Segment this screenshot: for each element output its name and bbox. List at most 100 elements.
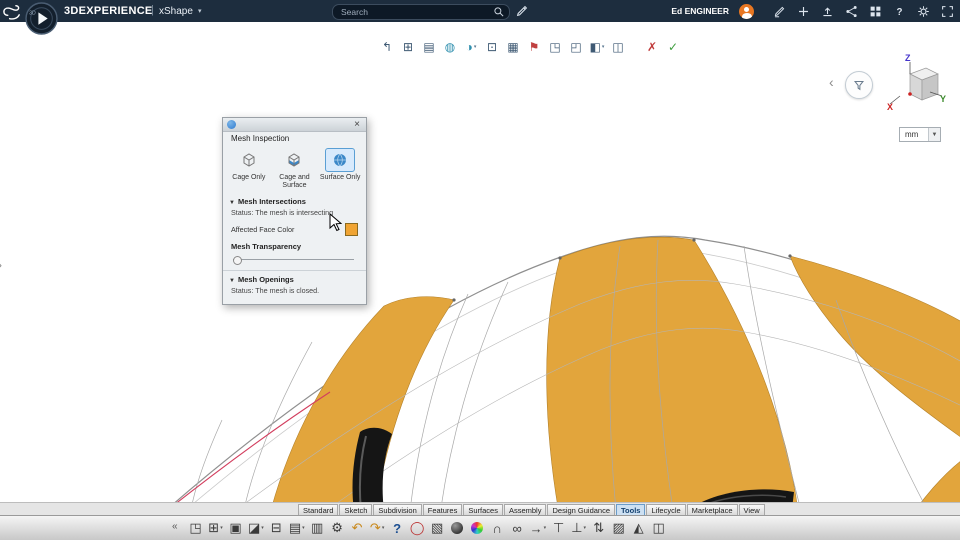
cage-surface-icon [288,153,300,167]
measure-tool-icon[interactable]: ⊤ [551,519,566,537]
section-title: Mesh Openings [237,274,294,284]
view-compass-cube[interactable]: Z Y X [886,52,948,114]
units-value: mm [905,130,919,139]
3d-viewport[interactable] [0,0,960,540]
measure-panel-icon[interactable]: ◫ [609,37,627,56]
plane-section-icon[interactable]: ◳ [546,37,564,56]
cage-only-button[interactable] [234,148,264,172]
mesh-inspection-dialog: × Mesh Inspection Cage Only Cage and Sur… [222,117,367,305]
flag-note-icon[interactable]: ⚑ [525,37,543,56]
material-sphere-icon[interactable]: ● [450,519,465,537]
share-network-icon[interactable] [844,4,858,18]
mesh-check-error-icon[interactable]: ✗ [643,37,661,56]
cage-cube-icon [243,153,255,167]
axis-y-label: Y [940,94,946,104]
update-model-icon[interactable]: ⊞ [399,37,417,56]
clipboard-paste-icon[interactable]: ▤ ▾ [289,519,305,537]
chevron-down-icon[interactable]: ▾ [602,44,605,50]
mesh-inspection-icon [227,120,236,129]
search-input[interactable] [339,5,493,19]
bounding-box-icon[interactable]: ⊡ [483,37,501,56]
axis-z-label: Z [905,53,911,63]
corner-trim-icon[interactable]: ◰ [567,37,585,56]
chevron-down-icon[interactable]: ▼ [928,128,940,141]
dialog-title: Mesh Inspection [231,133,290,143]
lasso-select-icon[interactable]: ◯ [410,519,425,537]
mode-cage-and-surface[interactable]: Cage and Surface [272,148,317,191]
svg-text:3D: 3D [29,10,36,16]
snap-magnet-icon[interactable]: ∩ [490,519,505,537]
screenshot-icon[interactable]: ▧ [430,519,445,537]
bottom-toolbar-icons: ◳ ⊞▾ ▣ ◪▾ ⊟ ▤▾ ▥ ⚙ ↶ ↷▾ ? ◯ ▧ ● ● ∩ ∞ →▾… [188,516,666,540]
shading-mode-icon[interactable]: ▨ [611,519,626,537]
panel-expand-handle[interactable]: › [0,258,2,272]
slider-thumb[interactable] [233,255,242,265]
units-dropdown[interactable]: mm ▼ [899,127,941,142]
grid-display-icon[interactable]: ▦ [504,37,522,56]
funnel-icon [853,80,865,91]
chevron-down-icon[interactable]: ▾ [474,44,477,50]
settings-gear-icon[interactable] [916,4,930,18]
import-export-icon[interactable]: ⊟ [269,519,284,537]
global-search[interactable] [332,4,510,20]
pointer-tool-icon[interactable]: → ▾ [530,519,547,537]
mode-label: Cage and Surface [279,174,310,190]
3dexperience-compass-icon[interactable]: 3D [25,2,58,35]
save-icon[interactable]: ▣ [228,519,243,537]
sphere-options-glyph: ◑ [465,39,473,54]
sphere-mesh-icon[interactable]: ◍ [441,37,459,56]
svg-text:?: ? [896,7,902,18]
color-wheel-icon[interactable]: ● [470,519,485,537]
save-manage-icon[interactable]: ◪ ▾ [248,519,264,537]
app-switcher[interactable]: xShape [159,6,193,17]
color-swatch[interactable] [345,222,358,236]
manage-views-icon[interactable]: ▤ [420,37,438,56]
add-icon[interactable] [796,4,810,18]
previous-view-chevron[interactable]: ‹ [829,75,834,89]
help-icon[interactable]: ? [892,4,906,18]
share-upload-icon[interactable] [820,4,834,18]
sphere-options-icon[interactable]: ◑ ▾ [462,37,480,56]
3ds-logo-icon[interactable] [2,1,23,22]
cube-options-icon[interactable]: ◧ ▾ [588,37,606,56]
section-collapse-icon[interactable]: ▼ [229,200,235,206]
view-settings-button[interactable] [845,71,873,99]
mode-cage-only[interactable]: Cage Only [226,148,271,191]
section-collapse-icon[interactable]: ▼ [229,278,235,284]
link-manage-icon[interactable]: ∞ [510,519,525,537]
print-icon[interactable]: ▥ [310,519,325,537]
sort-order-icon[interactable]: ⇅ [591,519,606,537]
openings-section-header[interactable]: ▼ Mesh Openings [223,271,366,285]
user-name[interactable]: Ed ENGINEER [671,6,729,16]
section-view-icon[interactable]: ◫ [651,519,666,537]
compass-align-icon[interactable]: ⊥ ▾ [571,519,586,537]
exit-app-icon[interactable]: ↰ [378,37,396,56]
chevron-down-icon[interactable]: ▾ [198,7,202,15]
intersections-section-header[interactable]: ▼ Mesh Intersections [223,193,366,207]
stylus-icon[interactable] [515,4,529,18]
cage-and-surface-button[interactable] [279,148,309,172]
dialog-title-bar[interactable]: × [223,118,366,132]
mode-surface-only[interactable]: Surface Only [318,148,363,191]
fullscreen-icon[interactable] [940,4,954,18]
collapse-toolbar-icon[interactable]: « [172,521,178,532]
view-cube-icon[interactable]: ◳ [188,519,203,537]
search-icon[interactable] [493,6,505,18]
undo-icon[interactable]: ↶ [350,519,365,537]
tree-structure-icon[interactable]: ◭ [631,519,646,537]
edit-icon[interactable] [772,4,786,18]
surface-only-button[interactable] [325,148,356,172]
settings-gear-icon[interactable]: ⚙ [330,519,345,537]
redo-icon[interactable]: ↷ ▾ [370,519,385,537]
avatar[interactable] [739,3,754,19]
new-content-icon[interactable]: ⊞ ▾ [208,519,223,537]
mode-label: Cage Only [232,174,266,181]
apps-grid-icon[interactable] [868,4,882,18]
help-icon[interactable]: ? [390,519,405,537]
slider-track[interactable] [233,258,354,260]
close-icon[interactable]: × [352,119,362,130]
transparency-slider[interactable] [233,255,354,265]
brand-separator: | [151,4,154,16]
affected-face-color-label: Affected Face Color [231,224,295,234]
mesh-check-ok-icon[interactable]: ✓ [664,37,682,56]
